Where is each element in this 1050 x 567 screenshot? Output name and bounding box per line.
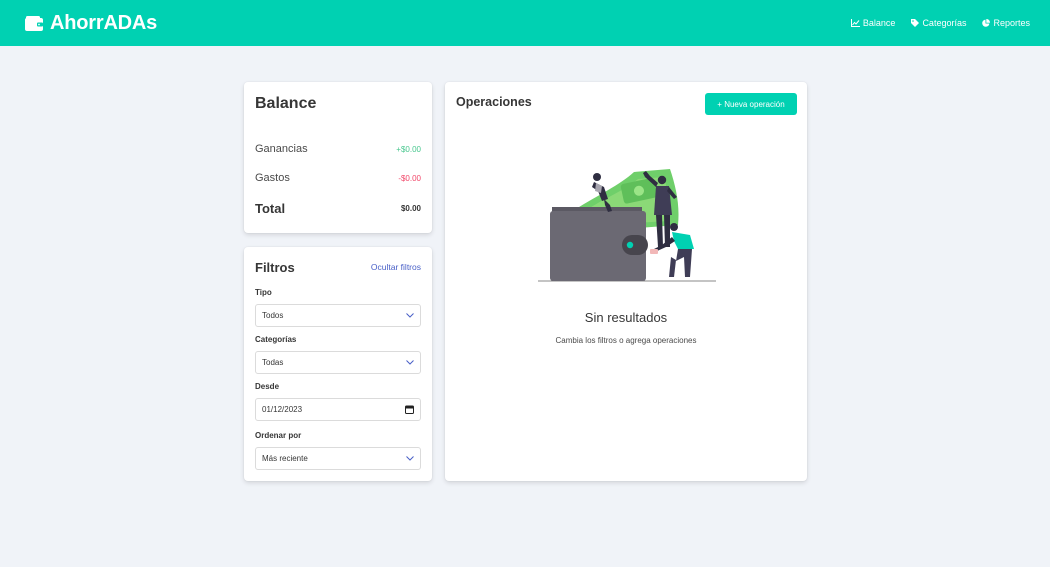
no-results-hint: Cambia los filtros o agrega operaciones	[555, 336, 697, 345]
wallet-icon	[25, 15, 43, 31]
order-label: Ordenar por	[255, 431, 302, 440]
nav-item-balance-label: Balance	[862, 18, 896, 28]
total-row: Total $0.00	[255, 201, 421, 216]
category-label: Categorías	[255, 335, 297, 344]
type-select[interactable]: Todos	[255, 304, 421, 327]
nav-item-balance[interactable]: Balance	[850, 18, 896, 28]
tag-icon	[911, 19, 920, 27]
earnings-row: Ganancias +$0.00	[255, 143, 421, 155]
filters-card: Filtros Ocultar filtros Tipo Todos Categ…	[244, 247, 432, 481]
filters-title: Filtros	[255, 260, 295, 275]
nav-item-reports[interactable]: Reportes	[982, 18, 1030, 28]
chevron-down-icon	[406, 313, 414, 318]
category-select[interactable]: Todas	[255, 351, 421, 374]
total-label: Total	[255, 201, 286, 216]
brand-logo[interactable]: AhorrADAs	[25, 12, 157, 35]
no-results-title: Sin resultados	[584, 310, 668, 325]
expenses-row: Gastos -$0.00	[255, 172, 421, 184]
earnings-label: Ganancias	[255, 143, 308, 155]
category-select-value: Todas	[262, 358, 284, 367]
from-date-input[interactable]: 01/12/2023	[255, 398, 421, 421]
expenses-value: -$0.00	[398, 173, 421, 183]
pie-chart-icon	[982, 19, 991, 27]
from-date-value: 01/12/2023	[262, 405, 303, 414]
operations-title: Operaciones	[456, 95, 532, 109]
new-operation-button[interactable]: + Nueva operación	[705, 93, 797, 115]
operations-card: Operaciones + Nueva operación Sin result…	[445, 82, 807, 481]
chevron-down-icon	[406, 456, 414, 461]
nav-item-categories-label: Categorías	[922, 18, 967, 28]
type-label: Tipo	[255, 288, 272, 297]
chevron-down-icon	[406, 360, 414, 365]
nav-item-reports-label: Reportes	[993, 18, 1030, 28]
type-select-value: Todos	[262, 311, 284, 320]
balance-card: Balance Ganancias +$0.00 Gastos -$0.00 T…	[244, 82, 432, 233]
expenses-label: Gastos	[255, 172, 290, 184]
order-select[interactable]: Más reciente	[255, 447, 421, 470]
empty-wallet-illustration	[538, 169, 716, 282]
order-select-value: Más reciente	[262, 454, 308, 463]
from-label: Desde	[255, 382, 280, 391]
brand-name: AhorrADAs	[50, 11, 158, 34]
total-value: $0.00	[400, 204, 421, 213]
hide-filters-link[interactable]: Ocultar filtros	[371, 262, 421, 272]
navbar: AhorrADAs Balance Categorías Reportes	[0, 0, 1050, 46]
balance-title: Balance	[255, 95, 317, 112]
calendar-icon[interactable]	[405, 405, 414, 414]
nav-item-categories[interactable]: Categorías	[911, 18, 966, 28]
nav-links: Balance Categorías Reportes	[850, 18, 1030, 28]
earnings-value: +$0.00	[396, 144, 421, 154]
chart-line-icon	[850, 19, 860, 27]
